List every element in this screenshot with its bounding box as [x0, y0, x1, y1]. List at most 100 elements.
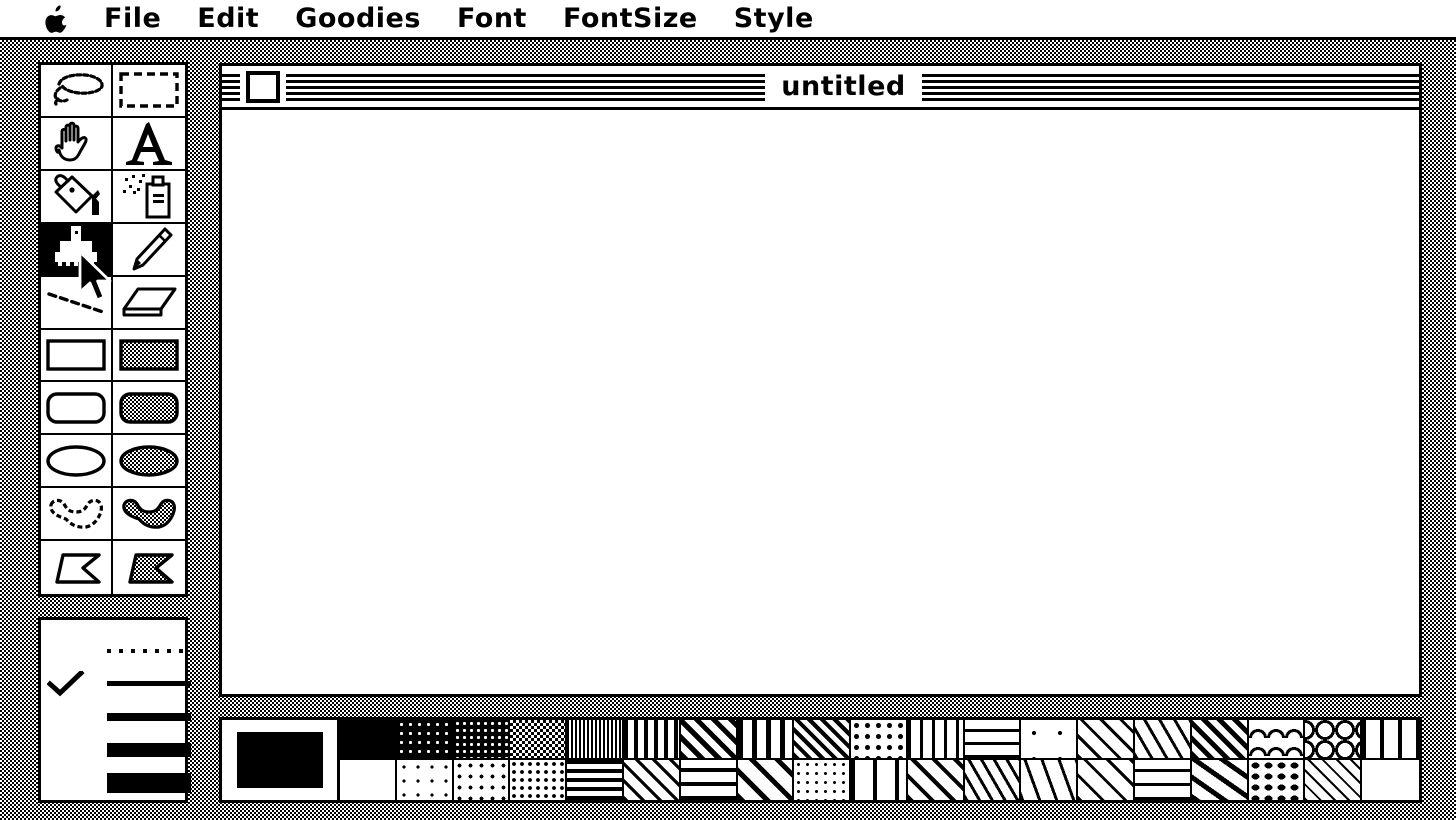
pattern-cell-diamond-net[interactable] [1078, 760, 1136, 800]
pattern-cell-zigzag-chevron[interactable] [964, 760, 1022, 800]
tool-rounded-rect-filled[interactable] [113, 382, 185, 436]
current-pattern-fill [236, 732, 323, 788]
pattern-cell-checker-fine[interactable] [510, 720, 568, 760]
tool-palette [38, 62, 188, 597]
selection-rectangle-icon [118, 71, 180, 109]
pattern-cell-ovals-dark[interactable] [1248, 760, 1306, 800]
pattern-cell-dots-sparse-light[interactable] [396, 760, 454, 800]
pattern-cell-triangles-scatter[interactable] [1021, 760, 1079, 800]
pattern-cell-grid-bold[interactable] [851, 760, 908, 800]
pattern-cell-vertical-thin-dense[interactable] [567, 720, 624, 760]
pattern-cell-dots-sparse-dark[interactable] [396, 720, 454, 760]
pattern-cell-diamond-chain[interactable] [1305, 760, 1363, 800]
pattern-cell-diagonal-right-thick[interactable] [680, 720, 738, 760]
title-stripes-right-edge [1401, 71, 1419, 102]
menu-bar: File Edit Goodies Font FontSize Style [0, 0, 1456, 40]
tool-paint-bucket[interactable] [41, 170, 113, 224]
menu-item-edit[interactable]: Edit [197, 5, 259, 32]
line-swatch-4 [107, 772, 191, 793]
tool-paintbrush[interactable] [41, 223, 113, 277]
window-title: untitled [781, 71, 906, 102]
pattern-cell-vertical-wide[interactable] [737, 720, 795, 760]
pattern-cell-diagonal-bands[interactable] [1191, 760, 1249, 800]
menu-item-font[interactable]: Font [457, 5, 527, 32]
tool-line[interactable] [41, 276, 113, 330]
tool-oval[interactable] [41, 435, 113, 489]
pattern-cell-lattice-diamond[interactable] [1135, 720, 1192, 760]
checkmark-icon [46, 669, 87, 697]
line-width-1[interactable] [41, 667, 191, 700]
pattern-cell-horizontal-wide[interactable] [680, 760, 738, 800]
pattern-palette [219, 717, 1422, 803]
menu-item-file[interactable]: File [104, 5, 161, 32]
dotted-line-swatch [107, 648, 191, 653]
title-stripes-left [286, 71, 766, 102]
line-width-4[interactable] [41, 766, 191, 799]
tool-text[interactable] [113, 117, 185, 171]
line-width-palette [38, 617, 191, 803]
pattern-cell-squares-scatter[interactable] [794, 720, 852, 760]
pattern-cell-dots-diamond-light[interactable] [453, 760, 511, 800]
pattern-cell-dot-single-sparse[interactable] [1021, 720, 1079, 760]
tool-spray-can[interactable] [113, 170, 185, 224]
tool-pencil[interactable] [113, 223, 185, 277]
pattern-cell-trellis-ornament[interactable] [1135, 760, 1192, 800]
pattern-cell-dots-medium[interactable] [851, 720, 908, 760]
line-swatch-1 [107, 681, 191, 686]
rectangle-hollow-icon [45, 338, 107, 372]
polygon-hollow-icon [47, 550, 105, 586]
pattern-cell-dots-grid-dark[interactable] [453, 720, 511, 760]
pattern-cell-vertical-lines[interactable] [623, 720, 681, 760]
line-width-dotted[interactable] [41, 634, 191, 667]
pattern-cell-diagonal-right-thin[interactable] [623, 760, 681, 800]
tool-lasso[interactable] [41, 65, 113, 118]
close-box[interactable] [246, 70, 280, 103]
line-swatch-2 [107, 712, 191, 721]
pattern-cell-solid-white[interactable] [340, 760, 397, 800]
tool-polygon[interactable] [41, 541, 113, 594]
tool-rounded-rect[interactable] [41, 382, 113, 436]
tool-rectangle[interactable] [41, 329, 113, 383]
tool-grabber[interactable] [41, 117, 113, 171]
pattern-cell-cross-hatch-bold[interactable] [1191, 720, 1249, 760]
polygon-filled-icon [120, 550, 178, 586]
tool-freeform[interactable] [41, 488, 113, 542]
pattern-cell-dotted-grid-light[interactable] [794, 760, 852, 800]
pattern-cell-wave-scallop[interactable] [1248, 720, 1306, 760]
rounded-rect-filled-icon [118, 391, 180, 425]
tool-marquee[interactable] [113, 65, 185, 118]
pattern-cell-horizontal-lines[interactable] [567, 760, 624, 800]
freeform-hollow-icon [45, 497, 107, 531]
document-window: untitled [219, 63, 1422, 697]
pattern-grid [340, 720, 1419, 800]
pattern-cell-grid-lines[interactable] [907, 720, 965, 760]
tool-rectangle-filled[interactable] [113, 329, 185, 383]
line-width-3[interactable] [41, 733, 191, 766]
grabber-hand-icon [51, 119, 101, 167]
pattern-cell-window-grid[interactable] [1362, 720, 1419, 760]
pattern-cell-brick-horizontal[interactable] [964, 720, 1022, 760]
paintbrush-icon [47, 225, 105, 273]
title-stripes-left-edge [222, 71, 240, 102]
apple-logo-icon[interactable] [44, 4, 70, 34]
pattern-cell-weave-diagonal[interactable] [1078, 720, 1136, 760]
pattern-cell-curve-ornament[interactable] [1305, 720, 1363, 760]
current-pattern-swatch[interactable] [222, 720, 340, 800]
title-bar[interactable]: untitled [222, 66, 1419, 110]
tool-freeform-filled[interactable] [113, 488, 185, 542]
menu-item-style[interactable]: Style [734, 5, 814, 32]
tool-oval-filled[interactable] [113, 435, 185, 489]
pattern-cell-diagonal-weave[interactable] [907, 760, 965, 800]
tool-eraser[interactable] [113, 276, 185, 330]
paint-bucket-icon [48, 172, 104, 220]
tool-polygon-filled[interactable] [113, 541, 185, 594]
line-swatch-3 [107, 742, 191, 757]
pattern-cell-diagonal-right-wide[interactable] [737, 760, 795, 800]
menu-item-fontsize[interactable]: FontSize [563, 5, 698, 32]
drawing-canvas[interactable] [222, 110, 1419, 694]
pattern-cell-dots-dense-light[interactable] [510, 760, 568, 800]
menu-item-goodies[interactable]: Goodies [295, 5, 421, 32]
pattern-cell-solid-black[interactable] [340, 720, 397, 760]
line-width-2[interactable] [41, 700, 191, 733]
eraser-icon [118, 283, 180, 321]
